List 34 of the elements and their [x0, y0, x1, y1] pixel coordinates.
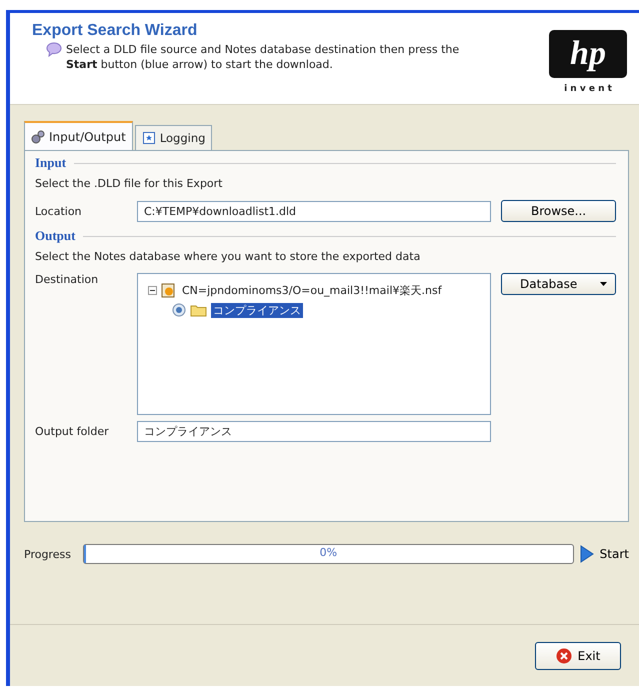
tree-item[interactable]: CN=jpndominoms3/O=ou_mail3!!mail¥楽天.nsf: [180, 282, 444, 298]
location-field[interactable]: C:¥TEMP¥downloadlist1.dld: [137, 200, 492, 222]
exit-button[interactable]: Exit: [535, 642, 621, 670]
destination-label: Destination: [35, 273, 100, 286]
tab[interactable]: Input/Output: [24, 121, 133, 150]
progress-reading: 0%: [320, 546, 338, 559]
collapse-icon[interactable]: [148, 286, 157, 294]
start-button[interactable]: Start: [580, 545, 629, 563]
section-heading: Output: [35, 228, 76, 244]
play-arrow-icon: [580, 545, 594, 563]
close-icon: [556, 648, 572, 664]
tab[interactable]: Logging: [134, 125, 212, 150]
database-dropdown-button[interactable]: Database: [501, 273, 616, 295]
intro-text: Select a DLD file source and Notes database destination then press the Start button (blue arrow) to start the download.: [66, 42, 460, 72]
log-document-icon: [142, 131, 156, 145]
gears-icon: [31, 130, 45, 144]
logo-mark: hp: [549, 30, 627, 78]
location-label: Location: [35, 204, 83, 218]
output-folder-label: Output folder: [35, 425, 110, 438]
output-folder-field[interactable]: コンプライアンス: [137, 421, 492, 442]
folder-icon: [190, 303, 207, 317]
database-icon: [161, 282, 176, 298]
output-hint: Select the Notes database where you want to store the exported data: [35, 250, 422, 263]
destination-tree[interactable]: CN=jpndominoms3/O=ou_mail3!!mail¥楽天.nsf コンプライアンス: [137, 273, 492, 415]
tree-item[interactable]: コンプライアンス: [211, 302, 303, 318]
radio-dot-icon: [172, 303, 186, 317]
progress-label: Progress: [24, 548, 71, 560]
logo-tagline: i n v e n t: [564, 84, 612, 94]
speech-bubble-icon: [46, 42, 62, 57]
section-heading: Input: [35, 155, 66, 171]
browse-button[interactable]: Browse...: [501, 200, 616, 222]
input-hint: Select the .DLD file for this Export: [35, 177, 224, 190]
caret-icon: [600, 282, 607, 286]
wizard-title: Export Search Wizard: [32, 22, 198, 40]
